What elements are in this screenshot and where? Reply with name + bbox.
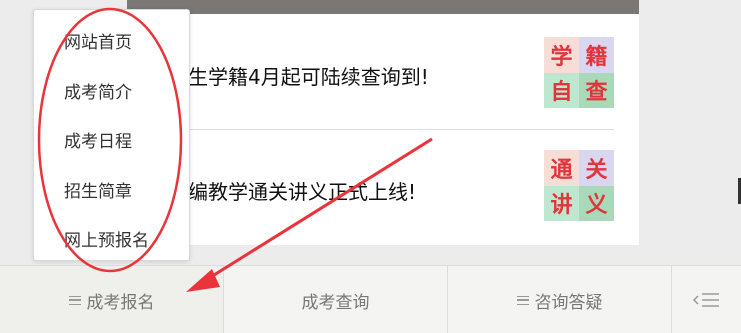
menu-item-intro[interactable]: 成考简介 (64, 78, 132, 103)
thumbnail-char: 讲 (544, 185, 579, 221)
menu-item-admission-guide[interactable]: 招生简章 (64, 177, 132, 202)
thumbnail-char: 学 (544, 37, 579, 73)
news-thumbnail[interactable]: 学 籍 自 查 (544, 37, 614, 108)
top-image-strip (127, 0, 639, 14)
news-item-title[interactable]: 编教学通关讲义正式上线! (188, 176, 416, 205)
thumbnail-char: 关 (579, 150, 614, 186)
news-item-title[interactable]: 生学籍4月起可陆续查询到! (188, 61, 429, 90)
list-back-icon (692, 293, 719, 307)
thumbnail-char: 义 (579, 185, 614, 221)
tab-label: 成考查询 (301, 292, 370, 313)
tab-registration[interactable]: 成考报名 (0, 266, 223, 333)
tab-more[interactable] (672, 266, 741, 333)
tab-consult[interactable]: 咨询答疑 (448, 266, 671, 333)
thumbnail-char: 查 (579, 72, 614, 108)
menu-item-schedule[interactable]: 成考日程 (64, 127, 132, 152)
tab-label: 咨询答疑 (534, 292, 603, 313)
menu-item-home[interactable]: 网站首页 (64, 28, 132, 53)
thumbnail-char: 籍 (579, 37, 614, 73)
tab-query[interactable]: 成考查询 (224, 266, 447, 333)
bottom-nav-bar: 成考报名 成考查询 咨询答疑 (0, 265, 741, 333)
thumbnail-char: 通 (544, 150, 579, 186)
news-thumbnail[interactable]: 通 关 讲 义 (544, 150, 614, 221)
thumbnail-char: 自 (544, 72, 579, 108)
menu-icon (68, 295, 81, 305)
menu-icon (516, 295, 529, 305)
menu-item-pre-registration[interactable]: 网上预报名 (64, 226, 149, 251)
tab-label: 成考报名 (86, 292, 155, 313)
registration-dropdown-menu: 网站首页 成考简介 成考日程 招生简章 网上预报名 (33, 9, 190, 261)
news-divider (185, 129, 614, 130)
